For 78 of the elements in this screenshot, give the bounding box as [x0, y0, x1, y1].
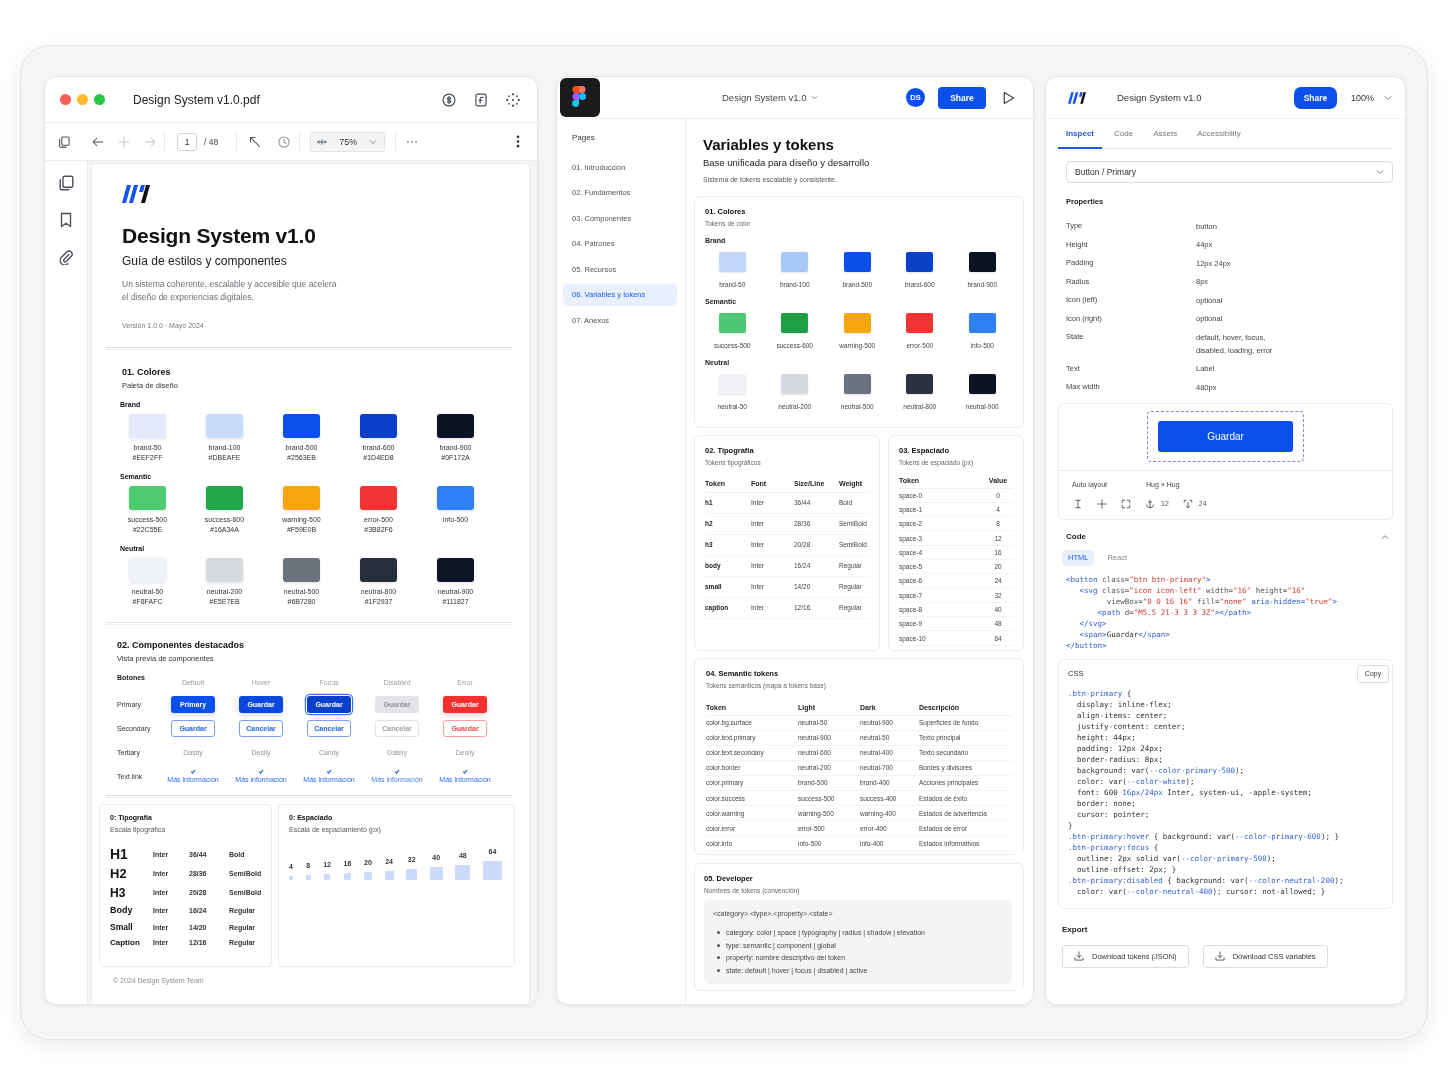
spacing-square-icon [289, 876, 293, 880]
type-sample: H3 [110, 886, 127, 899]
download-icon [1074, 951, 1084, 961]
zoom-level[interactable]: 100% [1350, 92, 1374, 103]
arrow-left-icon[interactable] [92, 135, 104, 148]
spacing-square-icon [384, 871, 394, 880]
section-heading: Code [1066, 531, 1086, 542]
tick-icon [394, 769, 400, 774]
page-icon[interactable] [474, 92, 488, 107]
more-vertical-icon[interactable] [516, 135, 520, 148]
bullet-icon [717, 943, 720, 947]
type-sample: H1 [110, 847, 129, 861]
section-title: 01. Colores [122, 366, 172, 378]
section-heading: Export [1062, 924, 1089, 935]
tab[interactable]: Code [1106, 119, 1142, 149]
zoom-dropdown[interactable]: 75% [310, 131, 386, 152]
chevron-up-icon[interactable] [1381, 532, 1389, 541]
document-description: Un sistema coherente, escalable y accesible que acelera el diseño de experiencias digitales. [122, 278, 338, 304]
bookmark-icon[interactable] [58, 212, 74, 228]
spacing-square-icon [324, 874, 331, 880]
download-icon [1214, 951, 1225, 961]
page-title: Variables y tokens [703, 136, 835, 154]
document-title: Design System v1.0 [122, 223, 317, 249]
bullet-icon [717, 931, 720, 935]
frame-icon[interactable] [1121, 498, 1131, 509]
tick-icon [462, 769, 468, 774]
pages-icon[interactable] [58, 175, 74, 191]
anchor-icon[interactable] [1145, 498, 1155, 509]
clock-icon[interactable] [278, 135, 291, 148]
preview-button[interactable]: Guardar [1158, 421, 1293, 452]
tab[interactable]: Inspect [1058, 119, 1102, 149]
logo-icon [122, 185, 150, 203]
dots-icon[interactable] [506, 92, 520, 107]
padding-icon[interactable] [1182, 498, 1193, 509]
type-sample: H2 [110, 867, 128, 880]
spacing-square-icon [429, 867, 443, 880]
fit-width-icon [317, 136, 328, 147]
spacing-square-icon [343, 873, 351, 880]
type-sample: Small [110, 922, 134, 932]
spacing-square-icon [305, 875, 311, 880]
pages-icon[interactable] [58, 135, 70, 148]
bullet-icon [717, 969, 720, 973]
logo-icon[interactable] [1068, 91, 1086, 104]
document-subtitle: Guía de estilos y componentes [122, 253, 288, 269]
spacing-square-icon [406, 869, 418, 880]
tick-icon [326, 769, 332, 774]
window-title: Design System v1.0.pdf [133, 92, 260, 107]
page-field[interactable]: 1 [177, 132, 197, 151]
tab[interactable]: Assets [1145, 119, 1186, 149]
share-button[interactable]: Share [1293, 86, 1337, 109]
type-sample: Body [110, 906, 134, 915]
component-select[interactable]: Button / Primary [1066, 161, 1393, 183]
page-subtitle: Base unificada para diseño y desarrollo [703, 157, 871, 169]
spacing-square-icon [482, 861, 502, 880]
sidebar-heading: Pages [571, 133, 596, 143]
play-icon[interactable] [1003, 90, 1015, 105]
text-cursor-icon[interactable] [1073, 498, 1083, 509]
type-sample: Caption [110, 938, 141, 947]
close-button[interactable] [60, 94, 71, 105]
tick-icon [258, 769, 264, 774]
caret-icon [811, 94, 819, 101]
spacing-square-icon [455, 865, 471, 880]
tab[interactable]: Accessibility [1189, 119, 1249, 149]
chevron-down-icon [1376, 168, 1384, 176]
coin-icon[interactable] [442, 92, 456, 107]
page-count: / 48 [204, 136, 219, 147]
arrow-up-left-icon[interactable] [249, 135, 262, 148]
file-title: Design System v1.0 [1117, 92, 1202, 103]
tick-icon [190, 769, 196, 774]
plus-icon[interactable] [1097, 498, 1107, 509]
caret-icon [369, 137, 378, 146]
paperclip-icon[interactable] [58, 249, 74, 265]
spacing-square-icon [363, 872, 372, 880]
bullet-icon [717, 956, 720, 960]
section-title: 02. Componentes destacados [117, 639, 246, 651]
app-logo-icon[interactable] [560, 78, 600, 117]
file-menu-button[interactable]: Design System v1.0 [722, 92, 819, 103]
share-button[interactable]: Share [938, 86, 986, 109]
